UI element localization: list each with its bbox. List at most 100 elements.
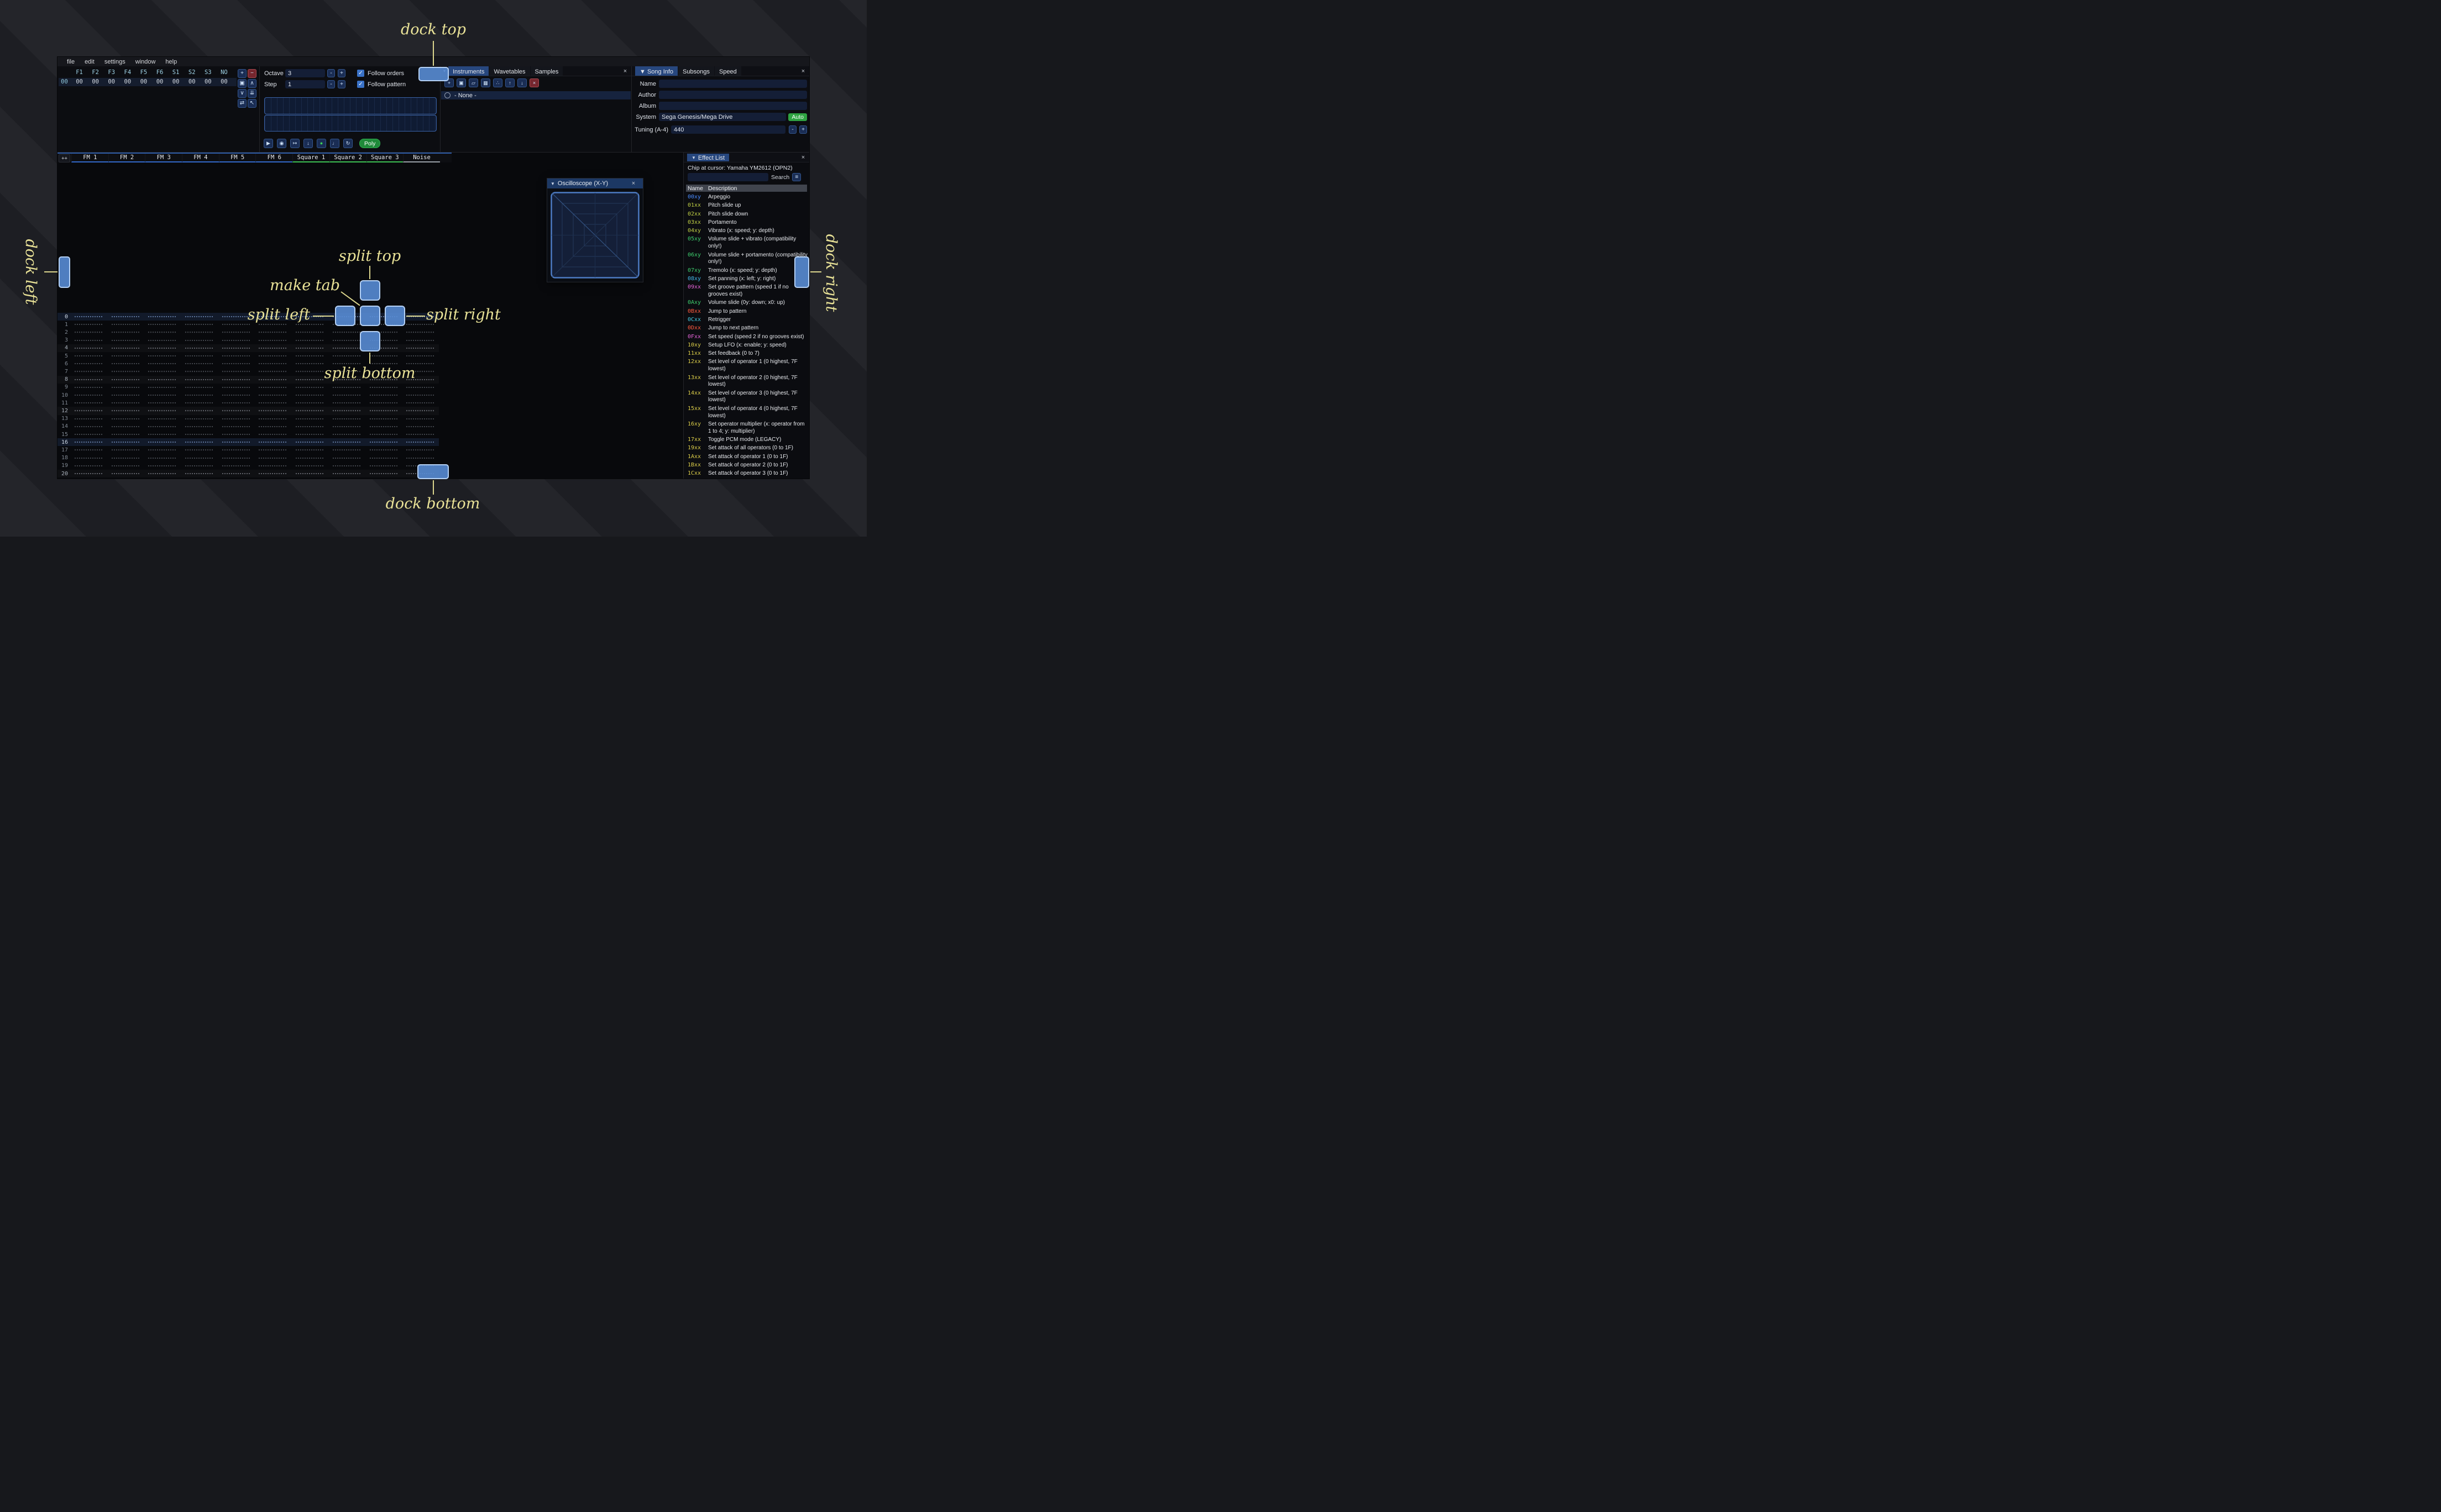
pattern-row[interactable]: 4 bbox=[57, 344, 439, 352]
pattern-cell[interactable] bbox=[217, 391, 254, 400]
pattern-cell[interactable] bbox=[107, 352, 144, 360]
pattern-cell[interactable] bbox=[365, 422, 402, 431]
pattern-cell[interactable] bbox=[217, 477, 254, 479]
follow-pattern-checkbox[interactable]: ✓ bbox=[357, 81, 364, 88]
pattern-cell[interactable] bbox=[70, 454, 107, 462]
pattern-row[interactable]: 2 bbox=[57, 328, 439, 337]
order-cell[interactable]: 00 bbox=[168, 78, 184, 85]
tab-effect-list[interactable]: ▼ Effect List bbox=[687, 153, 730, 161]
effect-row[interactable]: 0Dxx Jump to next pattern bbox=[686, 325, 808, 332]
pattern-cell[interactable] bbox=[143, 336, 180, 344]
effect-row[interactable]: 02xx Pitch slide down bbox=[686, 211, 808, 218]
menu-edit[interactable]: edit bbox=[80, 58, 99, 66]
pattern-row[interactable]: 19 bbox=[57, 461, 439, 470]
pattern-cell[interactable] bbox=[254, 470, 291, 478]
effect-row[interactable]: 00xy Arpeggio bbox=[686, 194, 808, 201]
effect-row[interactable]: 03xx Portamento bbox=[686, 219, 808, 227]
order-row-index[interactable]: 00 bbox=[57, 78, 71, 85]
pattern-cell[interactable] bbox=[143, 446, 180, 454]
pattern-cell[interactable] bbox=[70, 414, 107, 423]
pattern-row[interactable]: 12 bbox=[57, 407, 439, 415]
tab-wavetables[interactable]: Wavetables bbox=[489, 66, 530, 76]
pattern-cell[interactable] bbox=[254, 360, 291, 368]
split-target-left[interactable] bbox=[335, 306, 355, 326]
step-input[interactable] bbox=[285, 80, 325, 88]
pattern-cell[interactable] bbox=[254, 414, 291, 423]
pattern-cell[interactable] bbox=[365, 470, 402, 478]
pattern-row[interactable]: 17 bbox=[57, 446, 439, 454]
pattern-cell[interactable] bbox=[217, 446, 254, 454]
order-cell[interactable]: 00 bbox=[151, 78, 167, 85]
pattern-cell[interactable] bbox=[254, 368, 291, 376]
song-info-close-button[interactable]: × bbox=[799, 68, 808, 75]
split-target-top[interactable] bbox=[360, 280, 380, 301]
channel-header-fm-6[interactable]: FM 6 bbox=[255, 154, 293, 162]
channel-header-square-2[interactable]: Square 2 bbox=[329, 154, 366, 162]
pattern-cell[interactable] bbox=[180, 422, 217, 431]
pattern-cell[interactable] bbox=[401, 352, 438, 360]
pattern-cell[interactable] bbox=[328, 470, 365, 478]
pattern-cell[interactable] bbox=[217, 344, 254, 352]
effect-row[interactable]: 1Axx Set attack of operator 1 (0 to 1F) bbox=[686, 454, 808, 461]
effect-row[interactable]: 14xx Set level of operator 3 (0 highest, … bbox=[686, 390, 808, 405]
pattern-cell[interactable] bbox=[217, 375, 254, 384]
pattern-cell[interactable] bbox=[143, 352, 180, 360]
pattern-cell[interactable] bbox=[254, 454, 291, 462]
pattern-cell[interactable] bbox=[401, 438, 438, 447]
pattern-cell[interactable] bbox=[143, 328, 180, 337]
menu-help[interactable]: help bbox=[160, 58, 182, 66]
pattern-cell[interactable] bbox=[365, 438, 402, 447]
pattern-cell[interactable] bbox=[107, 454, 144, 462]
poly-toggle-button[interactable]: Poly bbox=[359, 139, 381, 148]
effect-row[interactable]: 0Bxx Jump to pattern bbox=[686, 308, 808, 316]
collapse-arrow-icon[interactable]: ▼ bbox=[551, 181, 555, 186]
pattern-cell[interactable] bbox=[328, 446, 365, 454]
duplicate-instrument-button[interactable]: ▣ bbox=[457, 78, 466, 87]
effect-row[interactable]: 0Fxx Set speed (speed 2 if no grooves exi… bbox=[686, 334, 808, 341]
pattern-cell[interactable] bbox=[254, 399, 291, 407]
pattern-cell[interactable] bbox=[291, 438, 328, 447]
pattern-cell[interactable] bbox=[254, 446, 291, 454]
pattern-cell[interactable] bbox=[328, 344, 365, 352]
pattern-cell[interactable] bbox=[70, 407, 107, 415]
pattern-row[interactable]: 16 bbox=[57, 438, 439, 447]
pattern-row[interactable]: 20 bbox=[57, 470, 439, 478]
pattern-cell[interactable] bbox=[143, 321, 180, 329]
pattern-cell[interactable] bbox=[143, 438, 180, 447]
pattern-cell[interactable] bbox=[107, 360, 144, 368]
pattern-cell[interactable] bbox=[70, 422, 107, 431]
follow-orders-checkbox[interactable]: ✓ bbox=[357, 70, 364, 77]
pattern-cell[interactable] bbox=[143, 344, 180, 352]
pattern-cell[interactable] bbox=[180, 454, 217, 462]
pattern-cell[interactable] bbox=[291, 344, 328, 352]
pattern-cell[interactable] bbox=[143, 461, 180, 470]
pattern-cell[interactable] bbox=[401, 407, 438, 415]
pattern-cell[interactable] bbox=[217, 399, 254, 407]
expand-orders-button[interactable]: ++ bbox=[59, 154, 70, 162]
pattern-cell[interactable] bbox=[291, 414, 328, 423]
pattern-cell[interactable] bbox=[254, 431, 291, 439]
tuning-decrease-button[interactable]: - bbox=[789, 125, 797, 134]
pattern-cell[interactable] bbox=[291, 422, 328, 431]
pattern-cell[interactable] bbox=[143, 368, 180, 376]
pattern-cell[interactable] bbox=[70, 399, 107, 407]
split-target-right[interactable] bbox=[385, 306, 405, 326]
pattern-cell[interactable] bbox=[180, 431, 217, 439]
pattern-cell[interactable] bbox=[401, 344, 438, 352]
pattern-cell[interactable] bbox=[291, 336, 328, 344]
pattern-row[interactable]: 15 bbox=[57, 431, 439, 439]
pattern-cell[interactable] bbox=[70, 336, 107, 344]
pattern-cell[interactable] bbox=[217, 461, 254, 470]
pattern-cell[interactable] bbox=[107, 321, 144, 329]
piano-upper-octaves[interactable] bbox=[264, 97, 437, 114]
pattern-cell[interactable] bbox=[217, 470, 254, 478]
pattern-cell[interactable] bbox=[180, 407, 217, 415]
pattern-cell[interactable] bbox=[143, 454, 180, 462]
pattern-cell[interactable] bbox=[291, 461, 328, 470]
pattern-cell[interactable] bbox=[328, 438, 365, 447]
channel-header-fm-4[interactable]: FM 4 bbox=[182, 154, 219, 162]
pattern-cell[interactable] bbox=[365, 454, 402, 462]
pattern-cell[interactable] bbox=[217, 414, 254, 423]
tab-subsongs[interactable]: Subsongs bbox=[678, 66, 714, 76]
pattern-cell[interactable] bbox=[328, 391, 365, 400]
